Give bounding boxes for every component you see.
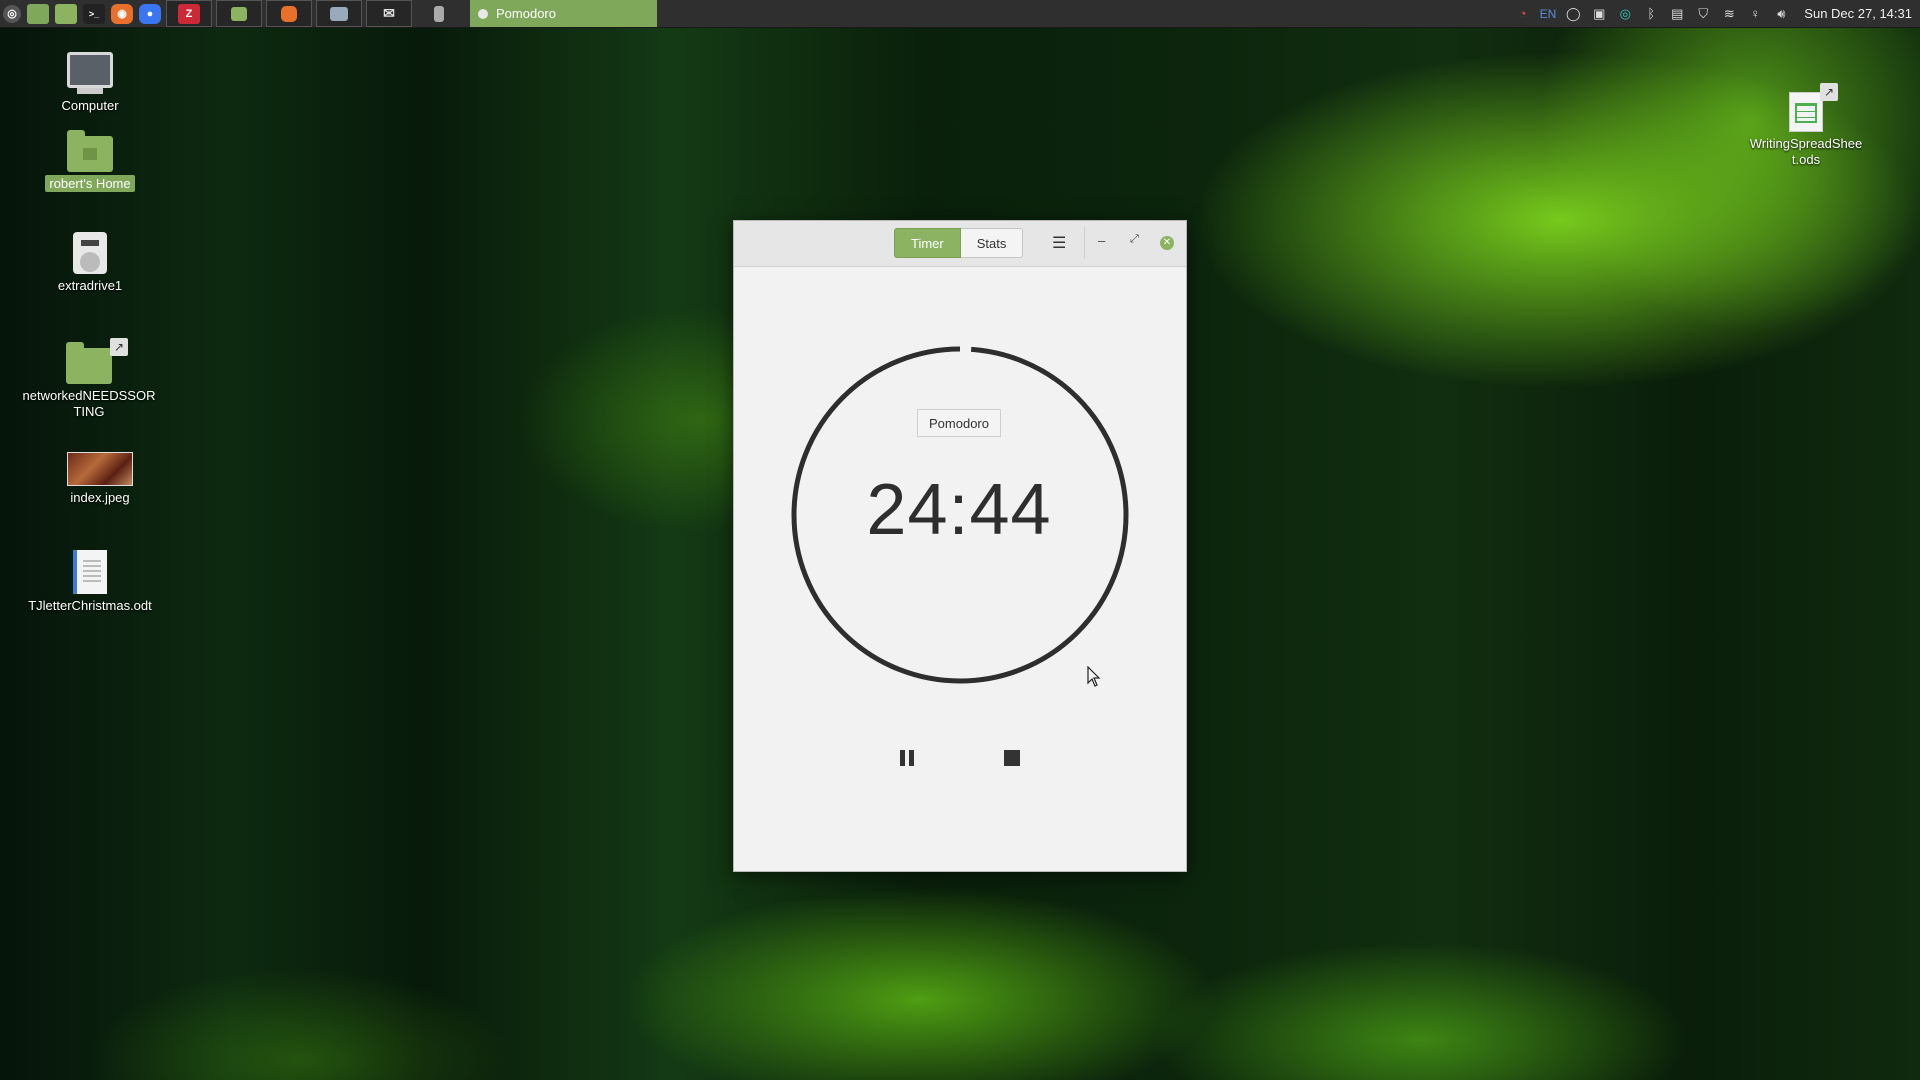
document-icon — [73, 550, 107, 594]
desktop-icon-label: extradrive1 — [57, 278, 123, 293]
desktop-icon-label: robert's Home — [45, 175, 135, 192]
pomodoro-app-icon — [478, 8, 488, 19]
volume-icon[interactable]: 🔊︎ — [1772, 5, 1790, 23]
keyboard-layout-indicator[interactable]: EN — [1540, 5, 1557, 23]
desktop-icon-extradrive[interactable]: extradrive1 — [20, 232, 160, 294]
firefox-window-icon — [281, 5, 297, 22]
link-arrow-icon: ↗ — [110, 338, 128, 356]
timer-countdown: 24:44 — [866, 470, 1052, 550]
clock[interactable]: Sun Dec 27, 14:31 — [1804, 6, 1912, 21]
zotero-icon: Z — [178, 3, 200, 24]
desktop-icon-home[interactable]: robert's Home — [20, 130, 160, 192]
pause-button[interactable] — [897, 748, 917, 768]
taskbar-window-files[interactable] — [216, 0, 262, 27]
desktop-icon-label: TJletterChristmas.odt — [28, 598, 152, 613]
timer-mode-label[interactable]: Pomodoro — [917, 409, 1001, 437]
desktop-icon-writingspreadsheet[interactable]: ↗ WritingSpreadSheet.ods — [1736, 83, 1876, 168]
shield-update-icon[interactable]: ⛉ — [1694, 5, 1712, 23]
terminal-icon[interactable]: >_ — [83, 3, 105, 24]
desktop-icon-computer[interactable]: Computer — [20, 52, 160, 114]
home-folder-icon — [67, 130, 113, 172]
clipboard-icon[interactable]: ▤ — [1668, 5, 1686, 23]
bluetooth-icon[interactable]: ᛒ — [1642, 5, 1660, 23]
desktop-icon-index-jpeg[interactable]: index.jpeg — [30, 452, 170, 506]
mouse-cursor-icon — [1087, 666, 1101, 687]
tab-timer[interactable]: Timer — [894, 228, 961, 258]
system-tray: ◔ EN ◯ ▣ ◎ ᛒ ▤ ⛉ ≋ ♀ 🔊︎ Sun Dec 27, 14:3… — [1510, 0, 1920, 27]
taskbar-window-document[interactable] — [416, 0, 462, 27]
pomodoro-indicator-icon[interactable]: ◔ — [1514, 5, 1532, 23]
desktop-icon-label: WritingSpreadSheet.ods — [1749, 136, 1863, 167]
lock-icon[interactable]: ▣ — [1590, 5, 1608, 23]
taskbar-launchers: ◎ >_ ◉ ● Z ✉ Pomodoro — [0, 0, 657, 27]
hamburger-menu-icon[interactable]: ☰ — [1052, 233, 1066, 253]
taskbar: ◎ >_ ◉ ● Z ✉ Pomodoro ◔ EN ◯ ▣ ◎ ᛒ ▤ ⛉ ≋… — [0, 0, 1920, 28]
taskbar-window-zotero[interactable]: Z — [166, 0, 212, 27]
redshift-icon[interactable]: ♀ — [1746, 5, 1764, 23]
folder-link-icon: ↗ — [66, 338, 128, 384]
firefox-icon[interactable]: ◉ — [111, 3, 133, 24]
desktop-icon-networked[interactable]: ↗ networkedNEEDSSORTING — [18, 338, 160, 420]
mail-window-icon: ✉ — [383, 5, 395, 21]
desktop-icon-label: Computer — [61, 98, 119, 113]
show-desktop-icon[interactable] — [27, 3, 49, 24]
computer-icon — [67, 52, 113, 94]
sync-icon[interactable]: ◎ — [1616, 5, 1634, 23]
desktop-icon-label: networkedNEEDSSORTING — [22, 388, 156, 419]
taskbar-window-screenshot[interactable] — [316, 0, 362, 27]
link-arrow-icon: ↗ — [1820, 83, 1838, 101]
maximize-button[interactable]: ⤢ — [1130, 233, 1139, 246]
circle-status-icon[interactable]: ◯ — [1564, 5, 1582, 23]
view-switcher: Timer Stats — [894, 228, 1024, 258]
wifi-icon[interactable]: ≋ — [1720, 5, 1738, 23]
taskbar-window-pomodoro-label: Pomodoro — [496, 6, 556, 21]
window-titlebar[interactable]: Timer Stats ☰ – ⤢ ✕ — [734, 221, 1186, 267]
pomodoro-window: Timer Stats ☰ – ⤢ ✕ Pomodoro 24:44 — [733, 220, 1187, 872]
signal-icon[interactable]: ● — [139, 3, 161, 24]
titlebar-separator — [1084, 227, 1085, 259]
desktop-icon-label: index.jpeg — [70, 490, 130, 505]
document-window-icon — [434, 5, 444, 22]
screenshot-window-icon — [330, 6, 348, 21]
files-window-icon — [231, 6, 247, 21]
close-button[interactable]: ✕ — [1160, 236, 1174, 250]
desktop-icon-tjletter[interactable]: TJletterChristmas.odt — [20, 550, 160, 614]
stop-button[interactable] — [1004, 750, 1020, 766]
image-thumbnail-icon — [67, 452, 133, 486]
tab-stats[interactable]: Stats — [960, 228, 1024, 258]
taskbar-window-pomodoro[interactable]: Pomodoro — [470, 0, 657, 27]
drive-icon — [73, 232, 107, 274]
mint-menu-icon[interactable]: ◎ — [3, 4, 21, 23]
minimize-button[interactable]: – — [1098, 233, 1105, 248]
taskbar-window-firefox[interactable] — [266, 0, 312, 27]
file-manager-icon[interactable] — [55, 3, 77, 24]
taskbar-window-mail[interactable]: ✉ — [366, 0, 412, 27]
spreadsheet-icon: ↗ — [1789, 83, 1838, 132]
